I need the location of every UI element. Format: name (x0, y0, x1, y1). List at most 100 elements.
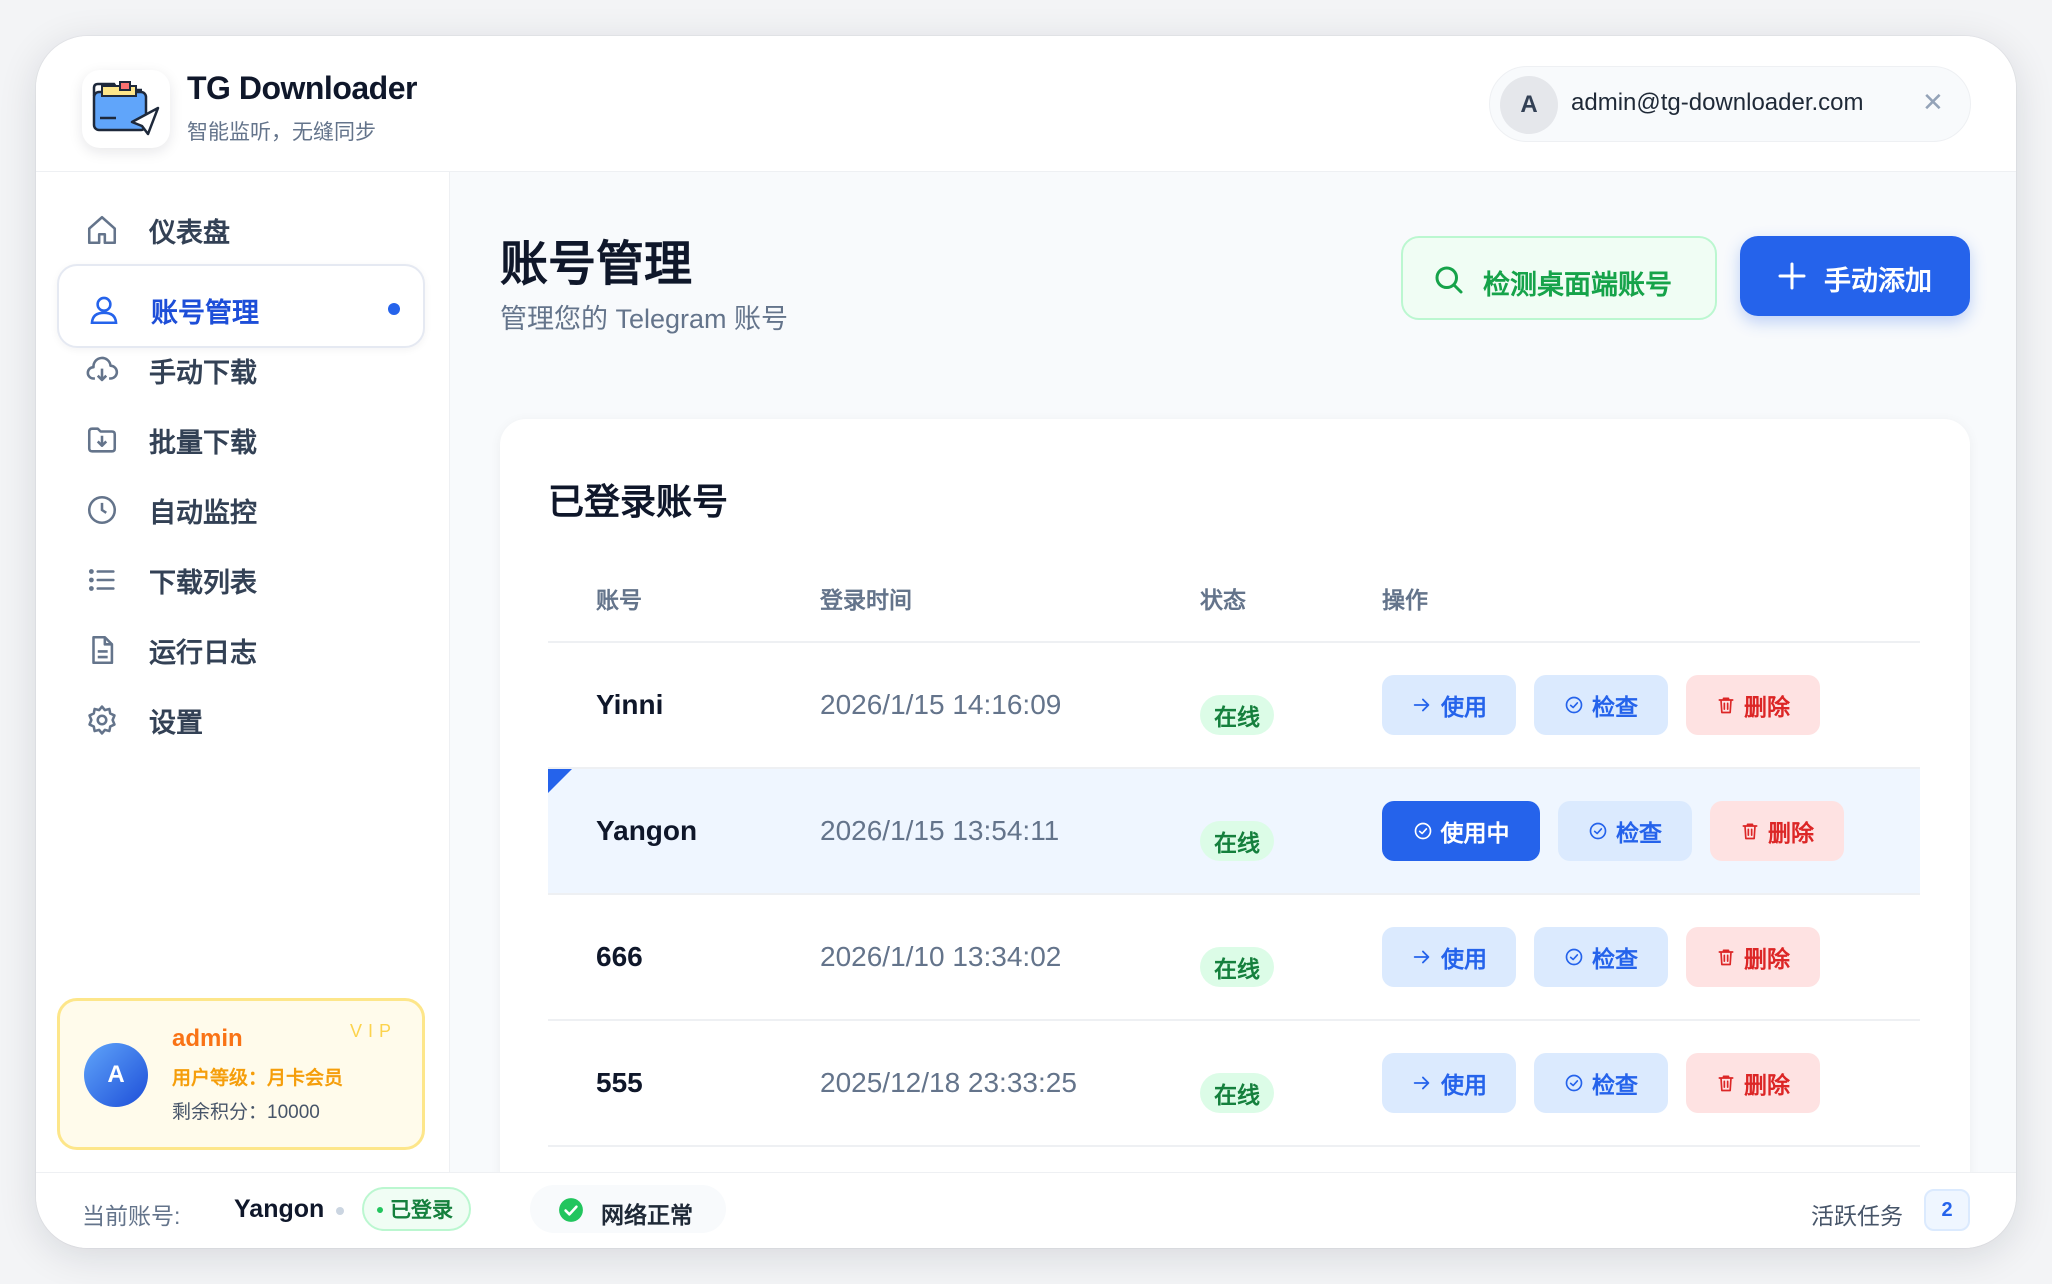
table-header: 账号 登录时间 状态 操作 (548, 555, 1920, 643)
table-row: 666 2026/1/10 13:34:02 在线 使用 检查 删除 (548, 895, 1920, 1021)
arrow-right-icon (1413, 950, 1430, 964)
page-subtitle: 管理您的 Telegram 账号 (500, 304, 789, 334)
delete-label: 删除 (1768, 820, 1814, 846)
use-label: 使用 (1441, 1072, 1487, 1098)
page-title: 账号管理 (500, 238, 693, 291)
check-circle-icon (1565, 1074, 1583, 1092)
main-content: 账号管理 管理您的 Telegram 账号 检测桌面端账号 手动添加 已登录账号… (450, 172, 2016, 1199)
account-name: Yinni (596, 689, 664, 720)
profile-card[interactable]: A admin VIP 用户等级：月卡会员 剩余积分：10000 (57, 998, 425, 1150)
check-label: 检查 (1592, 694, 1638, 720)
column-header: 操作 (1382, 587, 1428, 613)
gear-icon (88, 705, 116, 735)
sidebar-item-settings[interactable]: 设置 (57, 676, 425, 760)
add-account-button[interactable]: 手动添加 (1740, 236, 1970, 316)
clock-icon (87, 495, 117, 525)
use-button[interactable]: 使用 (1382, 675, 1516, 735)
sidebar-item-label: 账号管理 (151, 298, 259, 328)
delete-button[interactable]: 删除 (1686, 927, 1820, 987)
delete-button[interactable]: 删除 (1686, 1053, 1820, 1113)
trash-icon (1718, 949, 1734, 966)
active-tasks-label: 活跃任务 (1811, 1203, 1903, 1229)
delete-label: 删除 (1744, 946, 1790, 972)
accounts-card: 已登录账号 账号 登录时间 状态 操作 Yinni 2026/1/15 14:16… (500, 419, 1970, 1199)
login-time: 2025/12/18 23:33:25 (820, 1067, 1077, 1098)
status-badge: 在线 (1200, 1073, 1274, 1113)
delete-button[interactable]: 删除 (1710, 801, 1844, 861)
plus-icon (1778, 262, 1806, 290)
use-button[interactable]: 使用 (1382, 927, 1516, 987)
arrow-right-icon (1413, 698, 1430, 712)
current-account-name: Yangon (234, 1195, 325, 1223)
status-badge: 在线 (1200, 695, 1274, 735)
column-header: 状态 (1200, 587, 1246, 613)
active-tasks-count[interactable]: 2 (1924, 1189, 1970, 1231)
card-title: 已登录账号 (548, 481, 729, 522)
trash-icon (1718, 1075, 1734, 1092)
user-icon (90, 296, 118, 325)
login-time: 2026/1/10 13:34:02 (820, 941, 1062, 972)
status-badge: 在线 (1200, 821, 1274, 861)
check-circle-icon (559, 1198, 583, 1222)
column-header: 账号 (596, 587, 642, 613)
add-button-label: 手动添加 (1824, 266, 1932, 296)
arrow-right-icon (1413, 1076, 1430, 1090)
user-menu[interactable]: A admin@tg-downloader.com ✕ (1489, 66, 1971, 142)
use-button[interactable]: 使用 (1382, 1053, 1516, 1113)
current-account-label: 当前账号: (82, 1203, 181, 1229)
use-label: 使用 (1441, 946, 1487, 972)
profile-name: admin (172, 1025, 243, 1052)
sidebar-item-label: 手动下载 (149, 358, 257, 388)
column-header: 登录时间 (820, 587, 912, 613)
account-name: 555 (596, 1067, 643, 1098)
table-body: Yinni 2026/1/15 14:16:09 在线 使用 检查 删除 Yangon 202… (548, 643, 1920, 1199)
file-icon (92, 635, 114, 665)
in-use-button[interactable]: 使用中 (1382, 801, 1540, 861)
cloud-download-icon (86, 356, 119, 382)
login-time: 2026/1/15 14:16:09 (820, 689, 1062, 720)
status-bar: 当前账号: Yangon 已登录 网络正常 活跃任务 2 (36, 1172, 2016, 1248)
sidebar-item-label: 批量下载 (149, 428, 257, 458)
delete-button[interactable]: 删除 (1686, 675, 1820, 735)
close-icon[interactable]: ✕ (1922, 87, 1944, 118)
vip-badge: VIP (350, 1021, 398, 1041)
check-label: 检查 (1616, 820, 1662, 846)
check-label: 检查 (1592, 1072, 1638, 1098)
use-label: 使用 (1441, 694, 1487, 720)
active-indicator (388, 303, 400, 315)
table-row: 555 2025/12/18 23:33:25 在线 使用 检查 删除 (548, 1021, 1920, 1147)
home-icon (87, 215, 117, 245)
check-button[interactable]: 检查 (1534, 927, 1668, 987)
trash-icon (1718, 697, 1734, 714)
status-dot (377, 1207, 383, 1213)
check-button[interactable]: 检查 (1534, 675, 1668, 735)
check-circle-icon (1565, 948, 1583, 966)
app-subtitle: 智能监听，无缝同步 (187, 121, 376, 144)
search-icon (1435, 266, 1463, 294)
accounts-table: 账号 登录时间 状态 操作 Yinni 2026/1/15 14:16:09 在线使… (548, 555, 1920, 1199)
folder-download-icon (87, 427, 117, 453)
check-circle-icon (1414, 822, 1431, 840)
delete-label: 删除 (1744, 694, 1790, 720)
account-name: 666 (596, 941, 643, 972)
check-button[interactable]: 检查 (1558, 801, 1692, 861)
trash-icon (1742, 823, 1758, 840)
app-window: TG Downloader 智能监听，无缝同步 A admin@tg-downl… (36, 36, 2016, 1248)
sidebar: 仪表盘 账号管理 手动下载 批量下载 自动监控 下载列表 运行日志 设置 A a… (36, 172, 450, 1172)
folder-paper-plane-icon (82, 70, 170, 148)
check-button[interactable]: 检查 (1534, 1053, 1668, 1113)
sidebar-item-dashboard[interactable]: 仪表盘 (57, 186, 425, 270)
in-use-label: 使用中 (1440, 820, 1510, 846)
profile-points: 剩余积分：10000 (172, 1102, 320, 1123)
separator-dot (336, 1207, 344, 1215)
active-row-marker (548, 769, 572, 793)
delete-label: 删除 (1744, 1072, 1790, 1098)
check-circle-icon (1589, 822, 1607, 840)
user-email: admin@tg-downloader.com (1571, 89, 1864, 116)
sidebar-item-label: 运行日志 (149, 638, 257, 668)
table-row: Yangon 2026/1/15 13:54:11 在线 使用中 检查 删除 (548, 769, 1920, 895)
status-badge: 在线 (1200, 947, 1274, 987)
sidebar-item-label: 自动监控 (149, 498, 257, 528)
detect-desktop-accounts-button[interactable]: 检测桌面端账号 (1401, 236, 1717, 320)
check-circle-icon (1565, 696, 1583, 714)
